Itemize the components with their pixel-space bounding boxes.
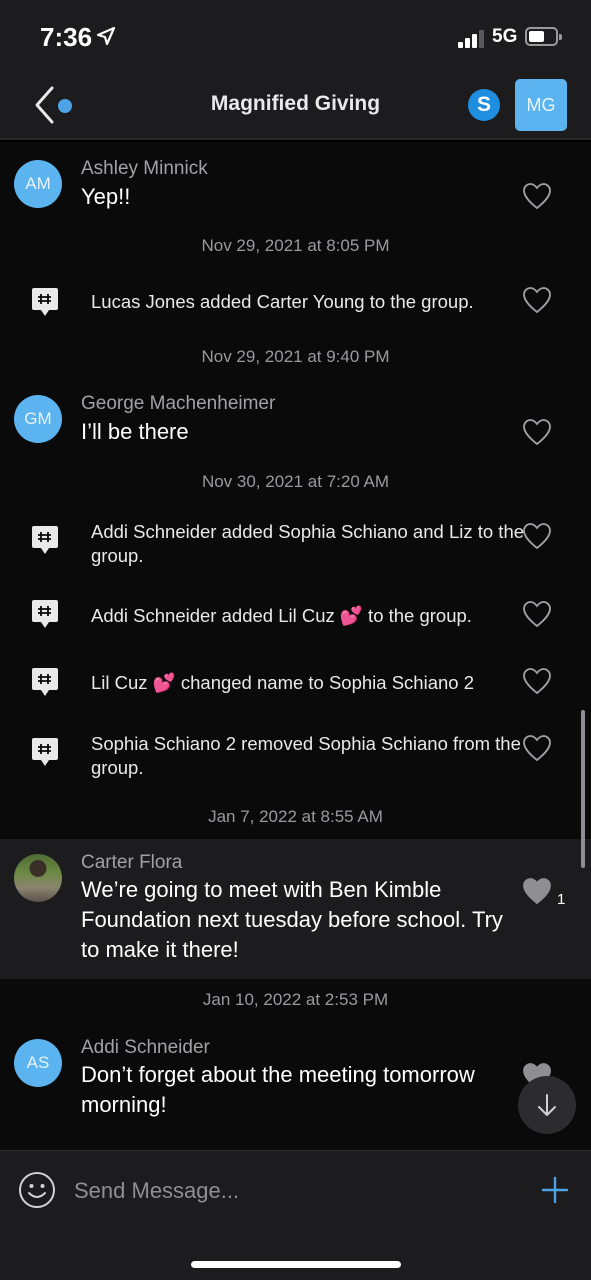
system-message: Lucas Jones added Carter Young to the gr…: [0, 280, 591, 326]
heart-icon[interactable]: [522, 667, 552, 695]
message-text: Yep!!: [81, 184, 131, 209]
arrow-down-icon: [538, 1094, 556, 1116]
plus-icon[interactable]: [540, 1175, 570, 1205]
status-time: 7:36: [40, 22, 93, 52]
timestamp: Nov 30, 2021 at 7:20 AM: [201, 472, 390, 491]
sender-name: George Machenheimer: [81, 393, 276, 414]
location-arrow-icon: [96, 26, 116, 46]
message-item[interactable]: Carter Flora We’re going to meet with Be…: [0, 839, 591, 979]
like-count: 1: [557, 891, 566, 908]
group-avatar[interactable]: MG: [515, 79, 567, 131]
avatar[interactable]: AS: [14, 1039, 62, 1087]
message-text: We’re going to meet with Ben Kimble Foun…: [81, 877, 503, 962]
avatar[interactable]: [14, 854, 62, 902]
message-item[interactable]: AS Addi Schneider Don’t forget about the…: [0, 1022, 591, 1142]
avatar[interactable]: GM: [14, 395, 62, 443]
system-text: Lil Cuz 💕 changed name to Sophia Schiano…: [91, 672, 474, 693]
heart-icon[interactable]: [522, 600, 552, 628]
signal-strength-icon: [458, 30, 486, 48]
heart-icon[interactable]: [522, 286, 552, 314]
timestamp: Jan 10, 2022 at 2:53 PM: [202, 990, 389, 1009]
page-title: Magnified Giving: [210, 92, 381, 115]
network-type: 5G: [492, 26, 518, 47]
sender-name: Addi Schneider: [81, 1037, 210, 1058]
groupme-system-icon: [32, 288, 58, 316]
system-message: Addi Schneider added Sophia Schiano and …: [0, 514, 591, 574]
message-input[interactable]: [74, 1173, 494, 1209]
heart-filled-icon[interactable]: [522, 877, 552, 905]
timestamp: Nov 29, 2021 at 9:40 PM: [201, 347, 390, 366]
system-text: Lucas Jones added Carter Young to the gr…: [91, 291, 474, 312]
heart-icon[interactable]: [522, 522, 552, 550]
scroll-to-bottom-button[interactable]: [518, 1076, 576, 1134]
message-list[interactable]: AM Ashley Minnick Yep!! Nov 29, 2021 at …: [0, 142, 591, 1150]
system-text: Sophia Schiano 2 removed Sophia Schiano …: [91, 733, 521, 778]
heart-icon[interactable]: [522, 734, 552, 762]
message-item[interactable]: GM George Machenheimer I’ll be there: [0, 380, 591, 462]
status-bar: 7:36 5G: [0, 0, 591, 70]
home-indicator: [191, 1261, 401, 1268]
smiley-face-icon[interactable]: [18, 1171, 56, 1209]
sender-name: Ashley Minnick: [81, 158, 208, 179]
message-composer: [0, 1150, 591, 1280]
scrollbar[interactable]: [581, 710, 585, 868]
message-text: Don’t forget about the meeting tomorrow …: [81, 1062, 475, 1117]
system-text: Addi Schneider added Sophia Schiano and …: [91, 521, 525, 566]
message-item[interactable]: AM Ashley Minnick Yep!!: [0, 142, 591, 228]
groupme-system-icon: [32, 600, 58, 628]
message-text: I’ll be there: [81, 419, 189, 444]
timestamp: Nov 29, 2021 at 8:05 PM: [201, 236, 390, 255]
sender-name: Carter Flora: [81, 852, 183, 873]
heart-icon[interactable]: [522, 418, 552, 446]
system-message: Addi Schneider added Lil Cuz 💕 to the gr…: [0, 594, 591, 640]
avatar[interactable]: AM: [14, 160, 62, 208]
battery-icon: [525, 27, 562, 46]
heart-icon[interactable]: [522, 182, 552, 210]
skype-button[interactable]: S: [468, 89, 500, 121]
nav-bar: Magnified Giving S MG: [0, 70, 591, 140]
groupme-system-icon: [32, 738, 58, 766]
groupme-system-icon: [32, 668, 58, 696]
timestamp: Jan 7, 2022 at 8:55 AM: [208, 807, 383, 826]
groupme-system-icon: [32, 526, 58, 554]
system-text: Addi Schneider added Lil Cuz 💕 to the gr…: [91, 605, 472, 626]
system-message: Lil Cuz 💕 changed name to Sophia Schiano…: [0, 662, 591, 708]
system-message: Sophia Schiano 2 removed Sophia Schiano …: [0, 726, 591, 786]
